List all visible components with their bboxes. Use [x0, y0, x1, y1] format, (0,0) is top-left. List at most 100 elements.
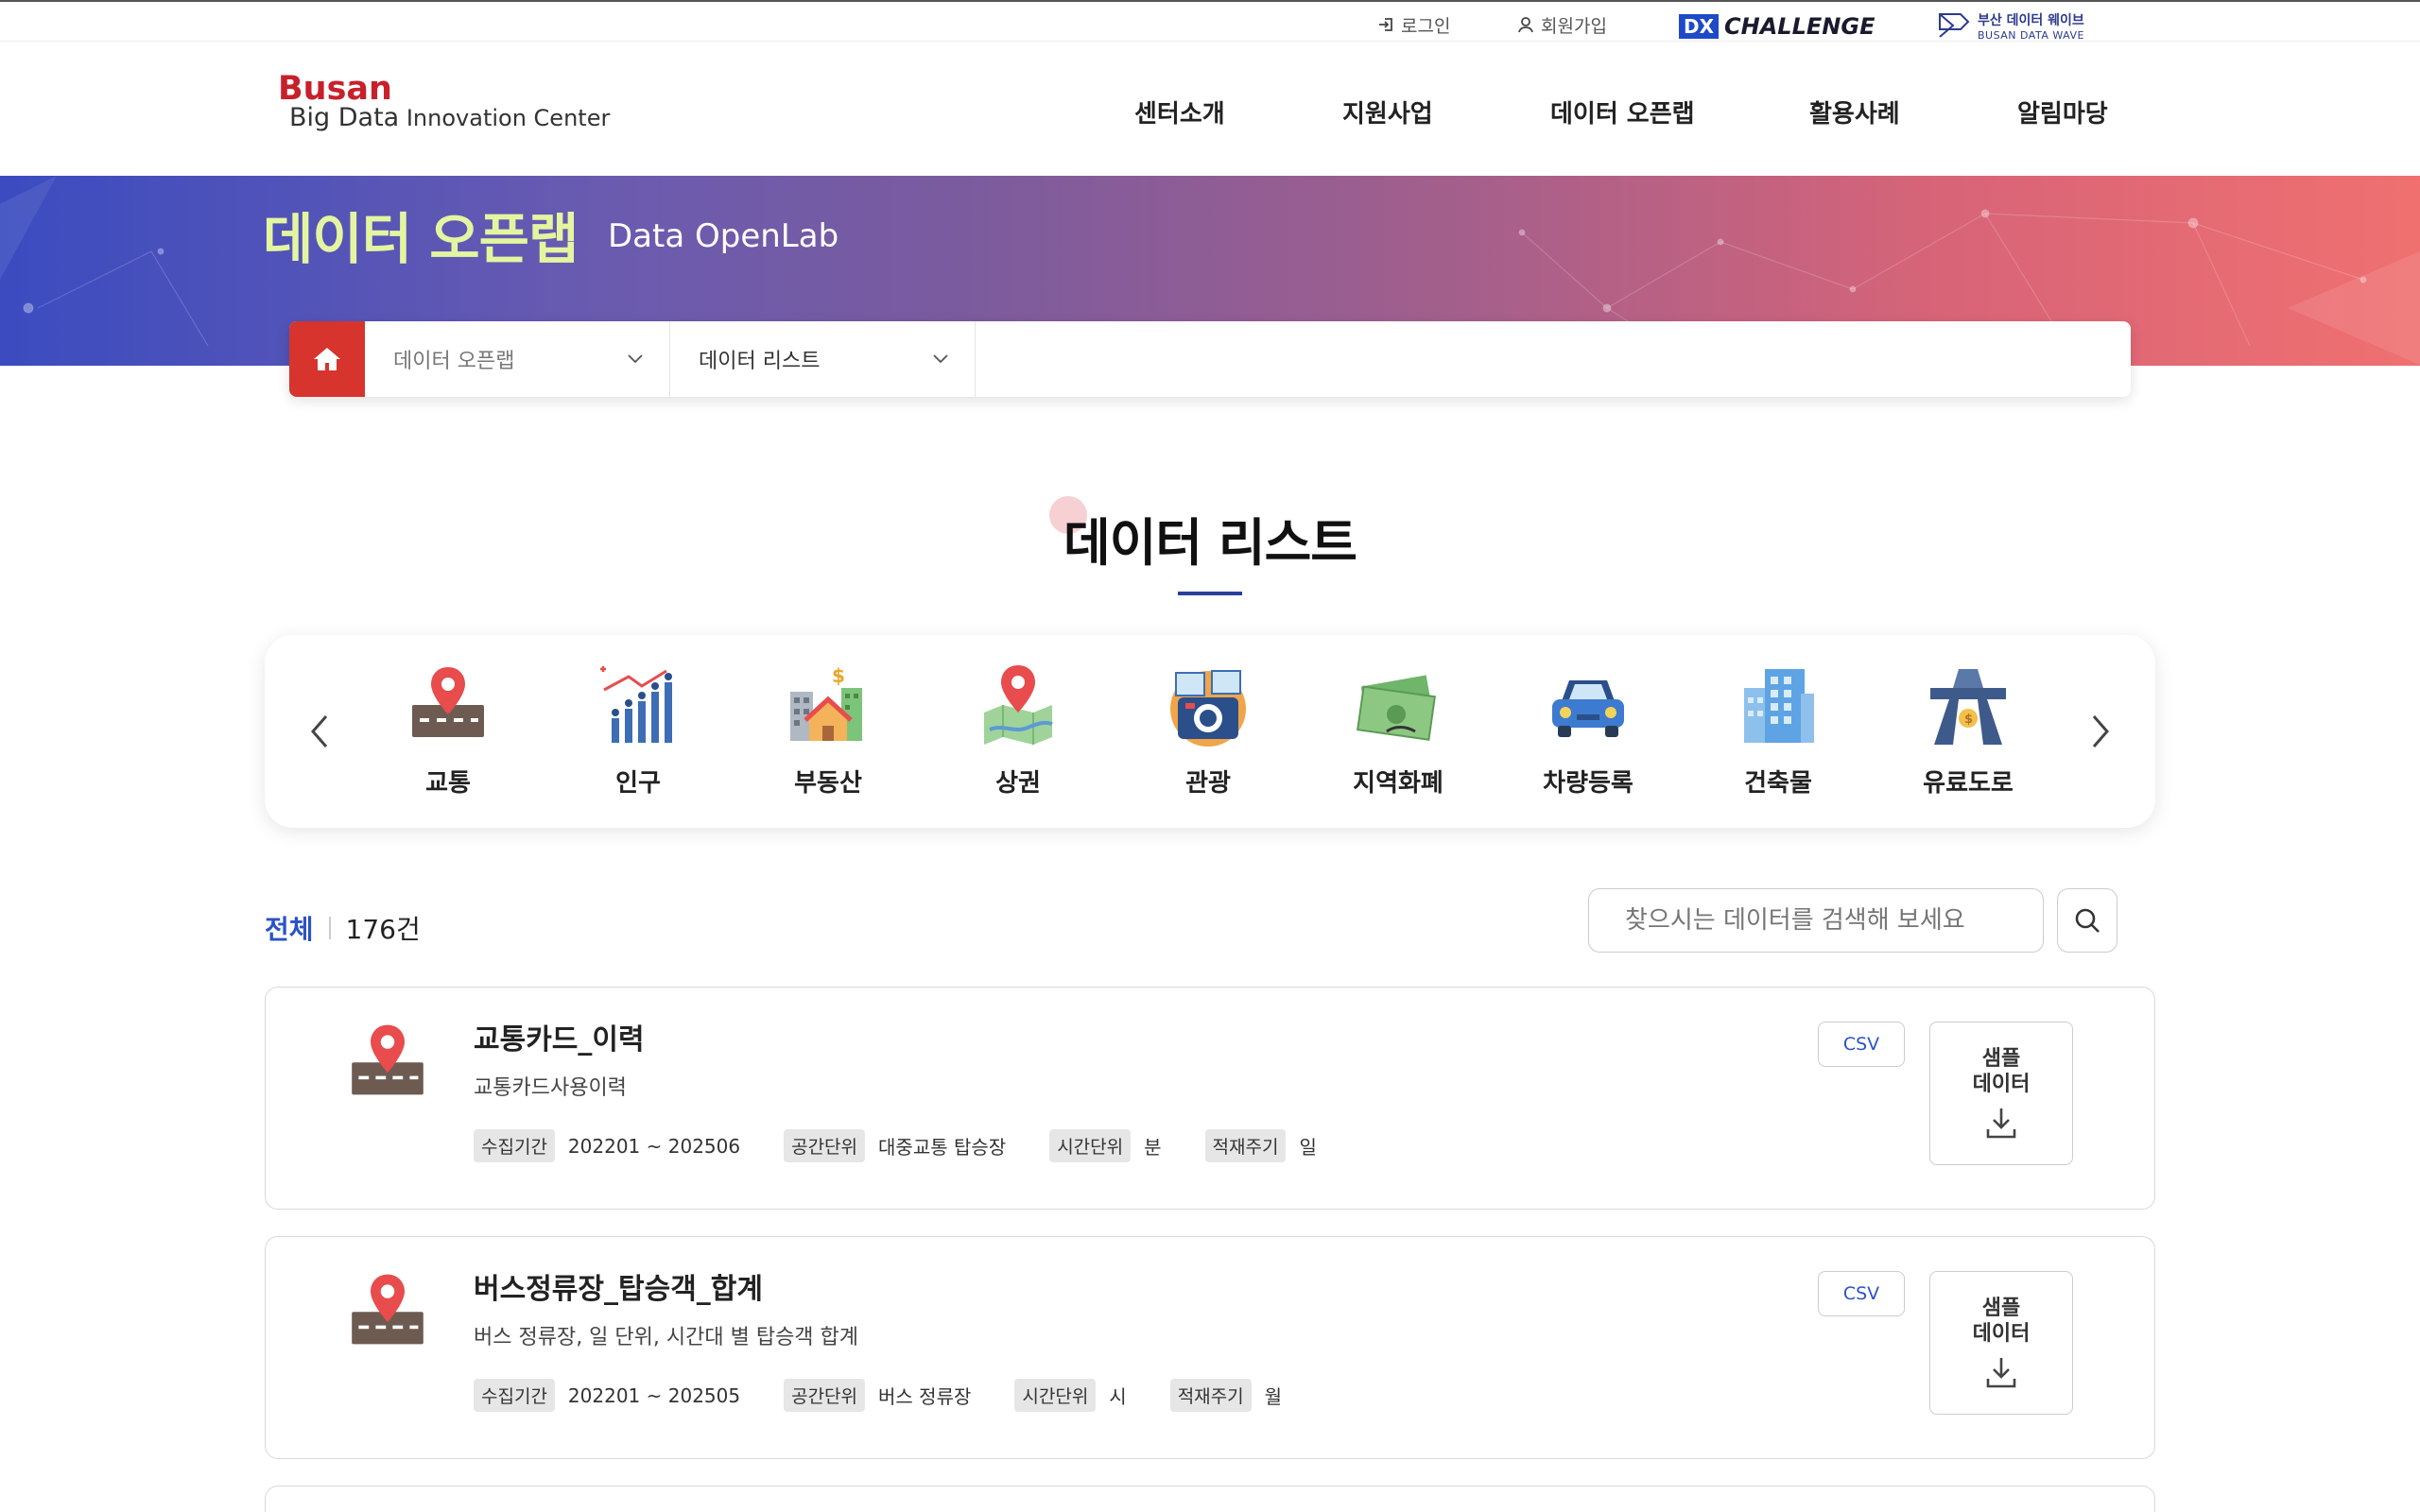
home-button[interactable]: [289, 321, 365, 397]
card-title[interactable]: 버스정류장_탑승객_합계: [474, 1265, 763, 1307]
category-population[interactable]: 인구: [567, 660, 709, 799]
breadcrumb-level2-select[interactable]: 데이터 리스트: [670, 321, 976, 397]
category-local-currency[interactable]: 지역화폐: [1327, 660, 1469, 799]
svg-text:$: $: [832, 664, 845, 687]
signup-link[interactable]: 회원가입: [1516, 13, 1607, 37]
filter-all-tab[interactable]: 전체: [265, 909, 314, 947]
svg-text:$: $: [1964, 713, 1973, 727]
total-count: 176건: [345, 914, 421, 945]
search-input[interactable]: [1588, 888, 2044, 953]
meta-tag-period: 수집기간: [474, 1129, 555, 1162]
result-count: 전체 176건: [265, 909, 421, 947]
logo-busan: Busan: [278, 70, 392, 108]
category-label: 교통: [425, 769, 471, 798]
nav-use-cases[interactable]: 활용사례: [1809, 94, 1900, 129]
building-icon: [1744, 669, 1814, 743]
category-label: 건축물: [1744, 769, 1812, 798]
meta-tag-cycle: 적재주기: [1169, 1379, 1252, 1412]
login-icon: [1379, 18, 1392, 31]
home-icon: [314, 348, 340, 370]
category-buildings[interactable]: 건축물: [1707, 660, 1849, 799]
meta-value-cycle: 월: [1264, 1385, 1283, 1408]
wave-logo-icon: [1939, 13, 1970, 38]
format-badge: CSV: [1818, 1022, 1905, 1067]
dx-challenge-link[interactable]: DX CHALLENGE: [1679, 13, 1875, 40]
card-meta: 수집기간 202201 ~ 202505 공간단위 버스 정류장 시간단위 시 …: [474, 1379, 1325, 1412]
category-label: 관광: [1185, 769, 1231, 798]
meta-value-period: 202201 ~ 202505: [567, 1383, 741, 1407]
nav-notices[interactable]: 알림마당: [2017, 94, 2108, 129]
sample-data-download-button[interactable]: 샘플 데이터: [1929, 1271, 2073, 1415]
logo-subtitle: Big Data Innovation Center: [289, 103, 611, 132]
carousel-next-button[interactable]: [2083, 713, 2118, 750]
meta-value-time: 분: [1144, 1136, 1162, 1159]
category-traffic[interactable]: 교통: [377, 660, 519, 799]
logo-bigdata: Big Data: [289, 103, 400, 132]
dx-box: DX: [1679, 14, 1720, 39]
meta-value-time: 시: [1109, 1385, 1127, 1408]
breadcrumb-level2-label: 데이터 리스트: [699, 350, 821, 373]
chevron-left-icon: [311, 715, 328, 747]
category-carousel: 교통 인구 $ 부동산 상권 관광 지역화폐 차량등록 건축물 $ 유료도로: [265, 635, 2155, 828]
login-link[interactable]: 로그인: [1376, 13, 1451, 37]
breadcrumb: 데이터 오픈랩 데이터 리스트: [289, 321, 2131, 397]
section-title: 데이터 리스트: [1063, 513, 1357, 573]
category-label: 차량등록: [1543, 769, 1634, 798]
breadcrumb-level1-label: 데이터 오픈랩: [393, 350, 515, 373]
tourism-camera-icon: [1170, 670, 1246, 747]
chevron-right-icon: [2092, 715, 2109, 747]
nav-support[interactable]: 지원사업: [1342, 94, 1433, 129]
category-label: 부동산: [794, 769, 862, 798]
chevron-down-icon: [933, 354, 948, 364]
card-title[interactable]: 교통카드_이력: [474, 1016, 645, 1057]
category-commercial[interactable]: 상권: [947, 660, 1089, 799]
sample-data-download-button[interactable]: 샘플 데이터: [1929, 1022, 2073, 1165]
category-label: 인구: [615, 769, 661, 798]
category-toll-road[interactable]: $ 유료도로: [1897, 660, 2039, 799]
category-label: 상권: [995, 769, 1041, 798]
traffic-pin-icon: [412, 667, 484, 737]
login-label: 로그인: [1401, 15, 1451, 37]
download-icon: [1986, 1108, 2016, 1139]
meta-tag-space: 공간단위: [784, 1129, 866, 1162]
utility-bar: 로그인 회원가입 DX CHALLENGE 부산 데이터 웨이브 BUSAN D…: [0, 0, 2420, 42]
search-button[interactable]: [2057, 888, 2118, 953]
nav-center-intro[interactable]: 센터소개: [1134, 94, 1225, 129]
sample-label-line2: 데이터: [1972, 1073, 2031, 1096]
category-tourism[interactable]: 관광: [1137, 660, 1279, 799]
user-icon: [1518, 17, 1533, 33]
category-vehicle-registration[interactable]: 차량등록: [1517, 660, 1659, 799]
meta-tag-time: 시간단위: [1014, 1379, 1097, 1412]
title-underline: [1178, 592, 1242, 595]
traffic-pin-icon: [352, 1274, 424, 1345]
meta-value-space: 버스 정류장: [878, 1385, 972, 1408]
car-icon: [1552, 680, 1624, 737]
category-label: 지역화폐: [1353, 769, 1443, 798]
breadcrumb-level1-select[interactable]: 데이터 오픈랩: [365, 321, 670, 397]
wave-name-kr: 부산 데이터 웨이브: [1978, 12, 2084, 28]
carousel-prev-button[interactable]: [302, 713, 337, 750]
logo-innovation: Innovation Center: [399, 105, 611, 131]
category-real-estate[interactable]: $ 부동산: [757, 660, 899, 799]
card-description: 버스 정류장, 일 단위, 시간대 별 탑승객 합계: [474, 1326, 859, 1349]
site-logo[interactable]: Busan Big Data Innovation Center: [278, 72, 610, 130]
meta-value-space: 대중교통 탑승장: [878, 1136, 1007, 1159]
wave-name-en: BUSAN DATA WAVE: [1978, 28, 2084, 42]
busan-data-wave-link[interactable]: 부산 데이터 웨이브 BUSAN DATA WAVE: [1938, 9, 2084, 42]
population-chart-icon: [600, 666, 672, 743]
format-badge: CSV: [1818, 1271, 1905, 1316]
data-card[interactable]: 교통카드_이력 교통카드사용이력 수집기간 202201 ~ 202506 공간…: [265, 987, 2155, 1210]
data-card[interactable]: [265, 1486, 2155, 1512]
banner-subtitle: Data OpenLab: [608, 217, 839, 255]
search-icon: [2075, 908, 2100, 933]
real-estate-icon: $: [790, 664, 862, 741]
card-meta: 수집기간 202201 ~ 202506 공간단위 대중교통 탑승장 시간단위 …: [474, 1129, 1360, 1162]
meta-tag-period: 수집기간: [474, 1379, 555, 1412]
card-description: 교통카드사용이력: [474, 1076, 627, 1100]
meta-tag-cycle: 적재주기: [1204, 1129, 1287, 1162]
sample-label-line1: 샘플: [1981, 1047, 2021, 1071]
banner-title: 데이터 오픈랩: [263, 207, 579, 271]
data-card[interactable]: 버스정류장_탑승객_합계 버스 정류장, 일 단위, 시간대 별 탑승객 합계 …: [265, 1236, 2155, 1459]
sample-label-line2: 데이터: [1972, 1322, 2031, 1346]
nav-data-openlab[interactable]: 데이터 오픈랩: [1550, 94, 1695, 129]
